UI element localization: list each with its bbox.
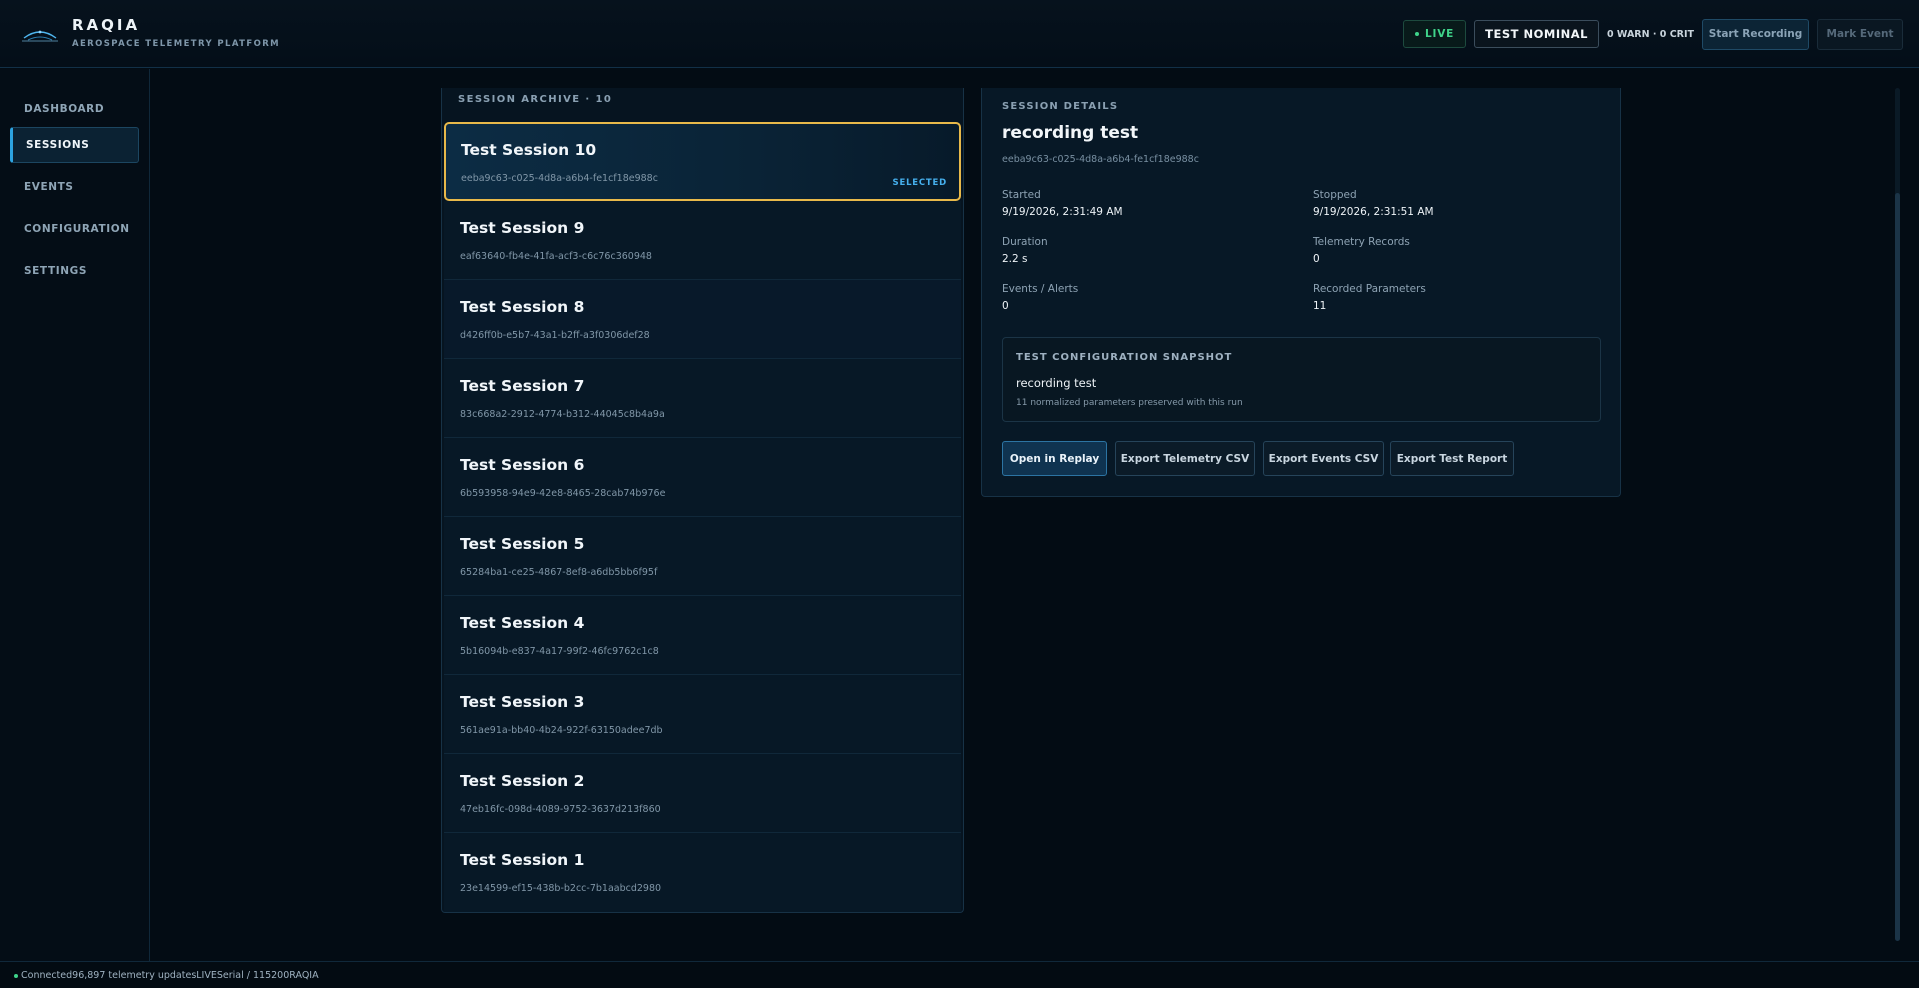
telemetry-records-value: 0 (1313, 253, 1320, 265)
stopped-label: Stopped (1313, 189, 1357, 201)
session-name: Test Session 8 (460, 298, 585, 316)
session-details-panel: SESSION DETAILS recording test eeba9c63-… (981, 88, 1621, 497)
session-name: Test Session 2 (460, 772, 585, 790)
sidebar-item-settings[interactable]: SETTINGS (10, 253, 139, 289)
stopped-value: 9/19/2026, 2:31:51 AM (1313, 206, 1434, 218)
session-id: eeba9c63-c025-4d8a-a6b4-fe1cf18e988c (461, 173, 658, 184)
duration-value: 2.2 s (1002, 253, 1028, 265)
session-id: 83c668a2-2912-4774-b312-44045c8b4a9a (460, 409, 665, 420)
session-name: Test Session 6 (460, 456, 585, 474)
status-footer: Connected96,897 telemetry updatesLIVESer… (0, 961, 1919, 988)
main-scrollbar-thumb[interactable] (1895, 193, 1900, 941)
sidebar-item-sessions[interactable]: SESSIONS (10, 127, 139, 163)
details-section-title: SESSION DETAILS (1002, 101, 1119, 112)
snapshot-name: recording test (1016, 376, 1097, 390)
snapshot-description: 11 normalized parameters preserved with … (1016, 398, 1243, 408)
config-snapshot-card: TEST CONFIGURATION SNAPSHOT recording te… (1002, 337, 1601, 422)
session-id: 23e14599-ef15-438b-b2cc-7b1aabcd2980 (460, 883, 662, 894)
sidebar-item-events[interactable]: EVENTS (10, 169, 139, 205)
live-badge: LIVE (1403, 20, 1467, 48)
session-id: 47eb16fc-098d-4089-9752-3637d213f860 (460, 804, 661, 815)
events-alerts-value: 0 (1002, 300, 1009, 312)
session-row[interactable]: Test Session 8 d426ff0b-e5b7-43a1-b2ff-a… (444, 280, 961, 359)
open-in-replay-button[interactable]: Open in Replay (1002, 441, 1107, 476)
alerts-summary: 0 WARN · 0 CRIT (1606, 28, 1694, 40)
mark-event-button[interactable]: Mark Event (1817, 18, 1903, 50)
archive-title: SESSION ARCHIVE · 10 (458, 94, 613, 105)
top-bar: RAQIA AEROSPACE TELEMETRY PLATFORM LIVE … (0, 0, 1919, 68)
telemetry-records-label: Telemetry Records (1313, 236, 1410, 248)
session-id: 561ae91a-bb40-4b24-922f-63150adee7db (460, 725, 663, 736)
export-events-csv-button[interactable]: Export Events CSV (1263, 441, 1384, 476)
footer-brand: RAQIA (289, 970, 319, 981)
session-uuid: eeba9c63-c025-4d8a-a6b4-fe1cf18e988c (1002, 154, 1199, 165)
header-status-group: LIVE TEST NOMINAL 0 WARN · 0 CRIT Start … (1403, 18, 1903, 50)
live-dot-icon (1415, 32, 1420, 36)
raqia-logo-icon (22, 30, 58, 42)
connection-dot-icon (14, 973, 18, 978)
started-value: 9/19/2026, 2:31:49 AM (1002, 206, 1123, 218)
session-row[interactable]: Test Session 6 6b593958-94e9-42e8-8465-2… (444, 438, 961, 517)
session-id: 6b593958-94e9-42e8-8465-28cab74b976e (460, 488, 666, 499)
session-row[interactable]: Test Session 5 65284ba1-ce25-4867-8ef8-a… (444, 517, 961, 596)
sidebar: DASHBOARD SESSIONS EVENTS CONFIGURATION … (0, 69, 150, 961)
session-name: Test Session 7 (460, 377, 585, 395)
session-name: Test Session 5 (460, 535, 585, 553)
started-label: Started (1002, 189, 1041, 201)
test-status-badge: TEST NOMINAL (1474, 20, 1599, 48)
app-subtitle: AEROSPACE TELEMETRY PLATFORM (72, 39, 280, 49)
session-name: Test Session 1 (460, 851, 585, 869)
sidebar-item-dashboard[interactable]: DASHBOARD (10, 91, 139, 127)
selected-tag: SELECTED (892, 178, 947, 188)
recorded-parameters-label: Recorded Parameters (1313, 283, 1426, 295)
session-title: recording test (1002, 123, 1139, 143)
session-id: 65284ba1-ce25-4867-8ef8-a6db5bb6f95f (460, 567, 658, 578)
footer-mode: LIVE (196, 970, 217, 981)
session-row[interactable]: Test Session 1 23e14599-ef15-438b-b2cc-7… (444, 833, 961, 912)
footer-connected: Connected (21, 970, 73, 981)
session-name: Test Session 10 (461, 141, 597, 159)
session-row[interactable]: Test Session 3 561ae91a-bb40-4b24-922f-6… (444, 675, 961, 754)
footer-port: Serial / 115200 (216, 970, 290, 981)
session-row[interactable]: Test Session 7 83c668a2-2912-4774-b312-4… (444, 359, 961, 438)
export-telemetry-csv-button[interactable]: Export Telemetry CSV (1115, 441, 1255, 476)
session-name: Test Session 4 (460, 614, 585, 632)
footer-updates: 96,897 telemetry updates (72, 970, 197, 981)
session-id: eaf63640-fb4e-41fa-acf3-c6c76c360948 (460, 251, 652, 262)
start-recording-button[interactable]: Start Recording (1702, 18, 1809, 50)
duration-label: Duration (1002, 236, 1048, 248)
session-row[interactable]: Test Session 2 47eb16fc-098d-4089-9752-3… (444, 754, 961, 833)
session-row[interactable]: Test Session 4 5b16094b-e837-4a17-99f2-4… (444, 596, 961, 675)
session-name: Test Session 9 (460, 219, 585, 237)
session-archive-panel: SESSION ARCHIVE · 10 Test Session 10 eeb… (441, 88, 964, 913)
session-row[interactable]: Test Session 10 eeba9c63-c025-4d8a-a6b4-… (444, 122, 961, 201)
footer-status-text: Connected96,897 telemetry updatesLIVESer… (14, 970, 319, 981)
session-id: 5b16094b-e837-4a17-99f2-46fc9762c1c8 (460, 646, 659, 657)
export-test-report-button[interactable]: Export Test Report (1390, 441, 1514, 476)
session-row[interactable]: Test Session 9 eaf63640-fb4e-41fa-acf3-c… (444, 201, 961, 280)
snapshot-title: TEST CONFIGURATION SNAPSHOT (1016, 352, 1233, 363)
events-alerts-label: Events / Alerts (1002, 283, 1079, 295)
session-name: Test Session 3 (460, 693, 585, 711)
live-label: LIVE (1425, 28, 1455, 40)
sidebar-item-configuration[interactable]: CONFIGURATION (10, 211, 139, 247)
recorded-parameters-value: 11 (1313, 300, 1327, 312)
app-name: RAQIA (72, 16, 141, 34)
session-id: d426ff0b-e5b7-43a1-b2ff-a3f0306def28 (460, 330, 650, 341)
